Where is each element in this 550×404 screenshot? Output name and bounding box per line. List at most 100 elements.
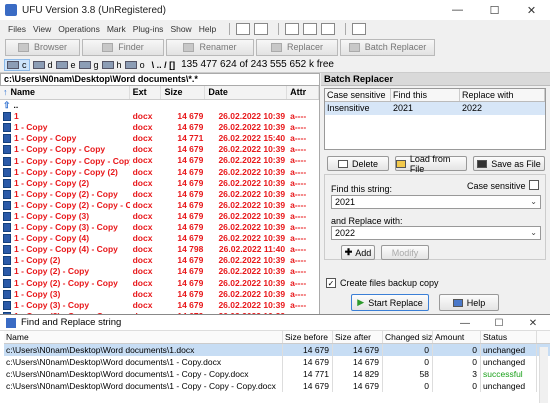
rules-column-find[interactable]: Find this	[391, 89, 460, 101]
load-from-file-button[interactable]: Load from File	[395, 154, 467, 174]
file-row[interactable]: 1 - Copy (3) - Copy docx 14 679 26.02.2022 …	[0, 300, 319, 311]
disk-icon[interactable]	[321, 22, 336, 35]
full-view-icon[interactable]	[254, 22, 269, 35]
file-row[interactable]: 1 - Copy - Copy (4) docx 14 679 26.02.2022 …	[0, 233, 319, 244]
folder-icon	[396, 159, 406, 168]
result-row[interactable]: c:\Users\N0nam\Desktop\Word documents\1 …	[4, 380, 550, 392]
file-ext: docx	[132, 277, 153, 288]
rules-column-case[interactable]: Case sensitive	[325, 89, 391, 101]
results-column-amount[interactable]: Amount	[433, 331, 481, 343]
file-row[interactable]: 1 - Copy (2) docx 14 679 26.02.2022 10:39 a-…	[0, 255, 319, 266]
drive-g-button[interactable]: g	[78, 60, 99, 70]
docx-file-icon	[3, 278, 11, 288]
column-ext[interactable]: Ext	[130, 86, 162, 99]
file-row[interactable]: 1 - Copy - Copy (3) - Copy docx 14 679 26.0…	[0, 222, 319, 233]
mode-batch-replacer-button[interactable]: Batch Replacer	[340, 38, 435, 56]
mode-finder-button[interactable]: Finder	[82, 38, 164, 56]
help-button[interactable]: Help	[439, 294, 499, 311]
file-name-cell: 1 - Copy - Copy	[0, 133, 130, 144]
file-name: ..	[13, 100, 19, 111]
menu-mark[interactable]: Mark	[107, 24, 126, 34]
case-sensitive-label: Case sensitive	[467, 181, 526, 191]
backup-checkbox[interactable]: ✓	[326, 278, 336, 288]
file-row[interactable]: 1 - Copy - Copy (4) - Copy docx 14 798 26.0…	[0, 244, 319, 255]
dialog-maximize-button[interactable]: ☐	[482, 315, 516, 331]
results-column-status[interactable]: Status	[481, 331, 537, 343]
minimize-button[interactable]: —	[439, 0, 476, 20]
results-scrollbar[interactable]	[539, 347, 548, 403]
drive-letter: o	[139, 59, 145, 70]
menu-show[interactable]: Show	[170, 24, 191, 34]
result-status: successful	[481, 368, 537, 380]
rule-row[interactable]: Insensitive 2021 2022	[325, 102, 545, 115]
file-date: 26.02.2022 10:39	[218, 199, 286, 210]
result-size-before: 14 679	[283, 344, 333, 356]
file-row[interactable]: ⇧..	[0, 100, 319, 111]
column-name[interactable]: ↑ Name	[0, 86, 130, 99]
file-row[interactable]: 1 - Copy (2) - Copy docx 14 679 26.02.2022 …	[0, 266, 319, 277]
file-row[interactable]: 1 - Copy - Copy - Copy docx 14 679 26.02.20…	[0, 144, 319, 155]
dialog-minimize-button[interactable]: —	[448, 315, 482, 331]
mode-browser-button[interactable]: Browser	[5, 38, 80, 56]
case-sensitive-checkbox[interactable]	[529, 180, 539, 190]
start-replace-button[interactable]: ▶ Start Replace	[351, 294, 429, 311]
mode-replacer-button[interactable]: Replacer	[256, 38, 338, 56]
chevron-down-icon: ⌄	[530, 228, 537, 237]
drive-d-button[interactable]: d	[32, 60, 53, 70]
delete-icon[interactable]	[352, 22, 367, 35]
results-column-size-after[interactable]: Size after	[333, 331, 383, 343]
file-name: 1 - Copy - Copy (4) - Copy	[14, 244, 118, 255]
file-size: 14 679	[177, 266, 204, 277]
file-row[interactable]: 1 - Copy - Copy - Copy (2) docx 14 679 26.0…	[0, 167, 319, 178]
menu-view[interactable]: View	[33, 24, 51, 34]
result-row[interactable]: c:\Users\N0nam\Desktop\Word documents\1 …	[4, 356, 550, 368]
find-string-combo[interactable]: 2021 ⌄	[331, 195, 541, 209]
menu-help[interactable]: Help	[199, 24, 216, 34]
replace-with-combo[interactable]: 2022 ⌄	[331, 226, 541, 240]
results-column-name[interactable]: Name	[4, 331, 283, 343]
file-row[interactable]: 1 - Copy - Copy - Copy - Copy docx 14 679 2…	[0, 155, 319, 166]
move-icon[interactable]	[303, 22, 318, 35]
mode-renamer-button[interactable]: Renamer	[166, 38, 254, 56]
file-row[interactable]: 1 - Copy - Copy (3) docx 14 679 26.02.2022 …	[0, 211, 319, 222]
drive-e-button[interactable]: e	[55, 60, 76, 70]
file-row[interactable]: 1 - Copy docx 14 679 26.02.2022 10:39 a----	[0, 122, 319, 133]
file-row[interactable]: 1 - Copy - Copy (2) - Copy - Copydocx 14 …	[0, 200, 319, 211]
delete-button[interactable]: Delete	[327, 156, 389, 171]
result-row[interactable]: c:\Users\N0nam\Desktop\Word documents\1.…	[4, 344, 550, 356]
file-row[interactable]: 1 docx 14 679 26.02.2022 10:39 a----	[0, 111, 319, 122]
menu-files[interactable]: Files	[8, 24, 26, 34]
file-row[interactable]: 1 - Copy (2) - Copy - Copy docx 14 679 26.0…	[0, 278, 319, 289]
maximize-button[interactable]: ☐	[476, 0, 513, 20]
menu-operations[interactable]: Operations	[58, 24, 100, 34]
result-size-after: 14 679	[333, 344, 383, 356]
drive-extras[interactable]: \ .. / []	[152, 60, 176, 70]
results-column-size-before[interactable]: Size before	[283, 331, 333, 343]
result-size-after: 14 679	[333, 356, 383, 368]
file-row[interactable]: 1 - Copy - Copy (2) docx 14 679 26.02.2022 …	[0, 178, 319, 189]
result-row[interactable]: c:\Users\N0nam\Desktop\Word documents\1 …	[4, 368, 550, 380]
drive-c-button[interactable]: c	[4, 58, 30, 71]
rules-column-replace[interactable]: Replace with	[460, 89, 545, 101]
modify-button[interactable]: Modify	[381, 245, 429, 260]
drive-h-button[interactable]: h	[101, 60, 122, 70]
add-button[interactable]: ✚ Add	[341, 245, 375, 260]
file-row[interactable]: 1 - Copy - Copy (2) - Copy docx 14 679 26.0…	[0, 189, 319, 200]
column-date[interactable]: Date	[205, 86, 288, 99]
file-row[interactable]: 1 - Copy - Copy docx 14 771 26.02.2022 15:4…	[0, 133, 319, 144]
column-attr[interactable]: Attr	[287, 86, 319, 99]
menu-plugins[interactable]: Plug-ins	[133, 24, 164, 34]
copy-icon[interactable]	[285, 22, 300, 35]
brief-view-icon[interactable]	[236, 22, 251, 35]
results-column-changed-size[interactable]: Changed size	[383, 331, 433, 343]
file-attr: a----	[290, 222, 307, 233]
title-bar: UFU Version 3.8 (UnRegistered) — ☐ ✕	[0, 0, 550, 20]
close-button[interactable]: ✕	[513, 0, 550, 20]
column-size[interactable]: Size	[161, 86, 206, 99]
save-as-file-button[interactable]: Save as File	[473, 156, 545, 171]
drive-o-button[interactable]: o	[124, 59, 145, 70]
dialog-close-button[interactable]: ✕	[516, 315, 550, 331]
rules-table-header: Case sensitive Find this Replace with	[325, 89, 545, 102]
file-attr: a----	[290, 166, 307, 177]
file-row[interactable]: 1 - Copy (3) docx 14 679 26.02.2022 10:39 a-…	[0, 289, 319, 300]
